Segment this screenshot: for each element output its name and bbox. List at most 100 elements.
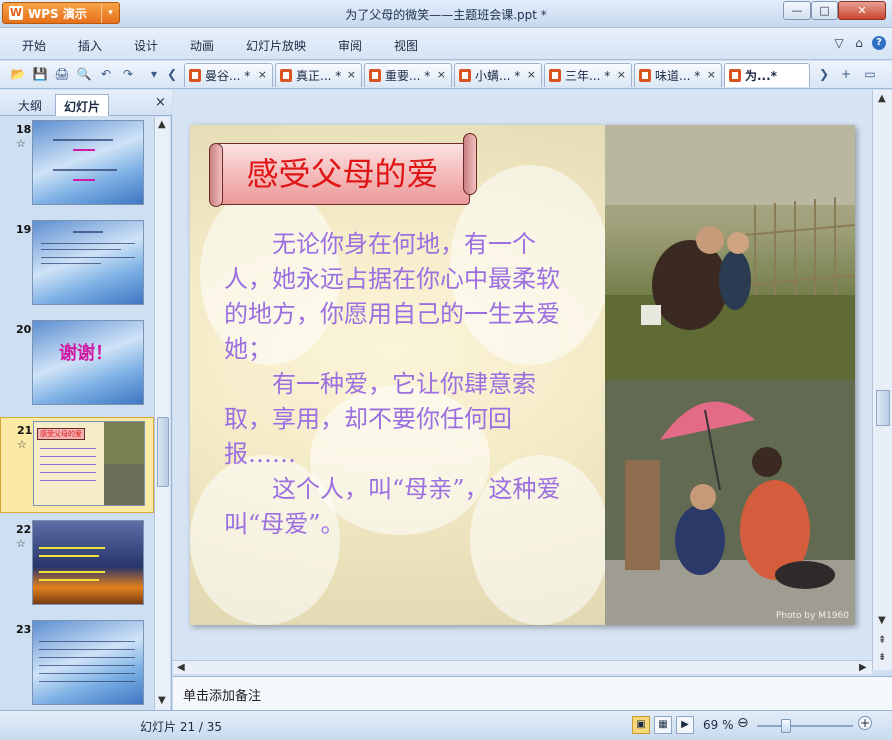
status-bar: 幻灯片 21 / 35 ▣ ▦ ▶ 69 % ⊖ + xyxy=(0,710,892,740)
slides-pane: 大纲 幻灯片 × 18 ☆ 19 20 谢谢！ 21 ☆ 感受父母的爱 22 ☆… xyxy=(0,90,172,710)
tab-label: 曼谷... * xyxy=(205,69,251,83)
tab-close-icon[interactable]: × xyxy=(617,68,626,81)
normal-view-icon[interactable]: ▣ xyxy=(632,716,650,734)
slide-thumbnail-18[interactable]: 18 ☆ xyxy=(0,117,154,213)
scroll-down-icon[interactable]: ▼ xyxy=(158,695,166,706)
close-icon[interactable]: × xyxy=(155,95,166,110)
menu-home[interactable]: 开始 xyxy=(22,37,46,54)
tab-label: 重要... * xyxy=(385,69,431,83)
scroll-down-icon[interactable]: ▼ xyxy=(878,615,886,626)
photo-mother-child-umbrella[interactable]: Photo by M1960 xyxy=(605,380,855,625)
tab-document-6[interactable]: 味道... * × xyxy=(634,63,722,87)
slide-counter: 幻灯片 21 / 35 xyxy=(140,720,223,734)
print-icon[interactable]: 🖨 xyxy=(54,66,70,82)
zoom-in-icon[interactable]: + xyxy=(858,716,872,730)
skin-icon[interactable]: ⌂ xyxy=(852,36,866,50)
editor-vertical-scrollbar[interactable]: ▲ ▼ ⇞ ⇟ xyxy=(872,90,892,670)
current-slide[interactable]: 感受父母的爱 无论你身在何地，有一个人，她永远占据在你心中最柔软的地方，你愿用自… xyxy=(190,125,855,625)
ppt-file-icon xyxy=(549,69,561,82)
notes-input[interactable]: 单击添加备注 xyxy=(173,676,892,710)
tab-outline[interactable]: 大纲 xyxy=(10,94,50,116)
tab-document-5[interactable]: 三年... * × xyxy=(544,63,632,87)
redo-icon[interactable]: ↷ xyxy=(120,66,136,82)
scroll-up-icon[interactable]: ▲ xyxy=(878,93,886,104)
tab-close-icon[interactable]: × xyxy=(258,68,267,81)
slide-thumbnail-19[interactable]: 19 xyxy=(0,217,154,313)
tab-document-1[interactable]: 曼谷... * × xyxy=(184,63,273,87)
ppt-file-icon xyxy=(639,69,651,82)
zoom-out-icon[interactable]: ⊖ xyxy=(737,715,749,731)
tab-document-2[interactable]: 真正... * × xyxy=(275,63,362,87)
paragraph: 这个人，叫“母亲”，这种爱叫“母爱”。 xyxy=(224,475,561,538)
tab-document-active[interactable]: 为...* xyxy=(724,63,810,87)
slide-thumbnail-22[interactable]: 22 ☆ xyxy=(0,517,154,613)
scroll-left-icon[interactable]: ◀ xyxy=(177,662,185,673)
save-icon[interactable]: 💾 xyxy=(32,66,48,82)
customize-dropdown-icon[interactable]: ▾ xyxy=(146,66,162,82)
scrollbar-thumb[interactable] xyxy=(876,390,890,426)
slide-thumbnail-20[interactable]: 20 谢谢！ xyxy=(0,317,154,413)
paragraph: 无论你身在何地，有一个人，她永远占据在你心中最柔软的地方，你愿用自己的一生去爱她… xyxy=(224,230,560,363)
new-tab-icon[interactable]: + xyxy=(838,66,854,82)
window-title: 为了父母的微笑——主题班会课.ppt * xyxy=(345,8,547,22)
title-bar: W WPS 演示 ▾ 为了父母的微笑——主题班会课.ppt * — □ ✕ xyxy=(0,0,892,28)
notes-placeholder: 单击添加备注 xyxy=(183,689,262,704)
tab-prev-icon[interactable]: ❮ xyxy=(164,66,180,82)
tab-close-icon[interactable]: × xyxy=(707,68,716,81)
menu-view[interactable]: 视图 xyxy=(394,37,418,54)
tab-list-icon[interactable]: ▭ xyxy=(862,66,878,82)
animation-star-icon: ☆ xyxy=(17,438,27,451)
zoom-slider-track[interactable] xyxy=(757,725,853,727)
scroll-up-icon[interactable]: ▲ xyxy=(158,119,166,130)
thumbnail-image xyxy=(32,520,144,605)
slide-sorter-view-icon[interactable]: ▦ xyxy=(654,716,672,734)
tab-document-4[interactable]: 小螨... * × xyxy=(454,63,542,87)
tab-label: 真正... * xyxy=(296,69,342,83)
user-icon[interactable]: ▽ xyxy=(832,36,846,50)
scrollbar-thumb[interactable] xyxy=(157,417,169,487)
slide-number: 22 xyxy=(16,523,32,536)
thumbnail-image: 谢谢！ xyxy=(32,320,144,405)
slide-number: 21 xyxy=(17,424,33,437)
menu-design[interactable]: 设计 xyxy=(134,37,158,54)
menu-slideshow[interactable]: 幻灯片放映 xyxy=(246,37,306,54)
tab-slides[interactable]: 幻灯片 xyxy=(55,94,110,116)
title-scroll-banner[interactable]: 感受父母的爱 xyxy=(209,133,477,213)
tab-document-3[interactable]: 重要... * × xyxy=(364,63,452,87)
menu-insert[interactable]: 插入 xyxy=(78,37,102,54)
slideshow-view-icon[interactable]: ▶ xyxy=(676,716,694,734)
slides-pane-scrollbar[interactable]: ▲ ▼ xyxy=(154,117,170,710)
previous-slide-icon[interactable]: ⇞ xyxy=(878,635,886,646)
minimize-button[interactable]: — xyxy=(783,1,811,20)
zoom-slider-thumb[interactable] xyxy=(780,719,791,733)
paragraph: 有一种爱，它让你肆意索取，享用，却不要你任何回报…… xyxy=(224,370,536,468)
tab-close-icon[interactable]: × xyxy=(527,68,536,81)
tab-next-icon[interactable]: ❯ xyxy=(816,66,832,82)
slide-thumbnail-23[interactable]: 23 xyxy=(0,617,154,710)
undo-icon[interactable]: ↶ xyxy=(98,66,114,82)
tab-close-icon[interactable]: × xyxy=(347,68,356,81)
scroll-right-icon[interactable]: ▶ xyxy=(859,662,867,673)
menu-animation[interactable]: 动画 xyxy=(190,37,214,54)
ppt-file-icon xyxy=(729,69,741,82)
maximize-button[interactable]: □ xyxy=(811,1,838,20)
thumbnail-image xyxy=(32,120,144,205)
ppt-file-icon xyxy=(459,69,471,82)
slide-number: 20 xyxy=(16,323,32,336)
slide-title: 感受父母的爱 xyxy=(246,155,439,193)
thumbnail-text: 感受父母的爱 xyxy=(37,428,85,440)
thumbnail-text: 谢谢！ xyxy=(59,343,113,364)
tab-close-icon[interactable]: × xyxy=(437,68,446,81)
print-preview-icon[interactable]: 🔍 xyxy=(76,66,92,82)
close-button[interactable]: ✕ xyxy=(838,1,886,20)
help-icon[interactable]: ? xyxy=(872,36,886,50)
photo-mother-child-garden[interactable] xyxy=(605,125,855,380)
open-icon[interactable]: 📂 xyxy=(10,66,26,82)
slide-body-text[interactable]: 无论你身在何地，有一个人，她永远占据在你心中最柔软的地方，你愿用自己的一生去爱她… xyxy=(224,227,580,542)
slide-number: 23 xyxy=(16,623,32,636)
editor-horizontal-scrollbar[interactable]: ◀ ▶ xyxy=(173,660,872,674)
menu-review[interactable]: 审阅 xyxy=(338,37,362,54)
zoom-level[interactable]: 69 % xyxy=(703,718,734,732)
slide-thumbnail-21[interactable]: 21 ☆ 感受父母的爱 xyxy=(0,417,154,513)
next-slide-icon[interactable]: ⇟ xyxy=(878,652,886,663)
